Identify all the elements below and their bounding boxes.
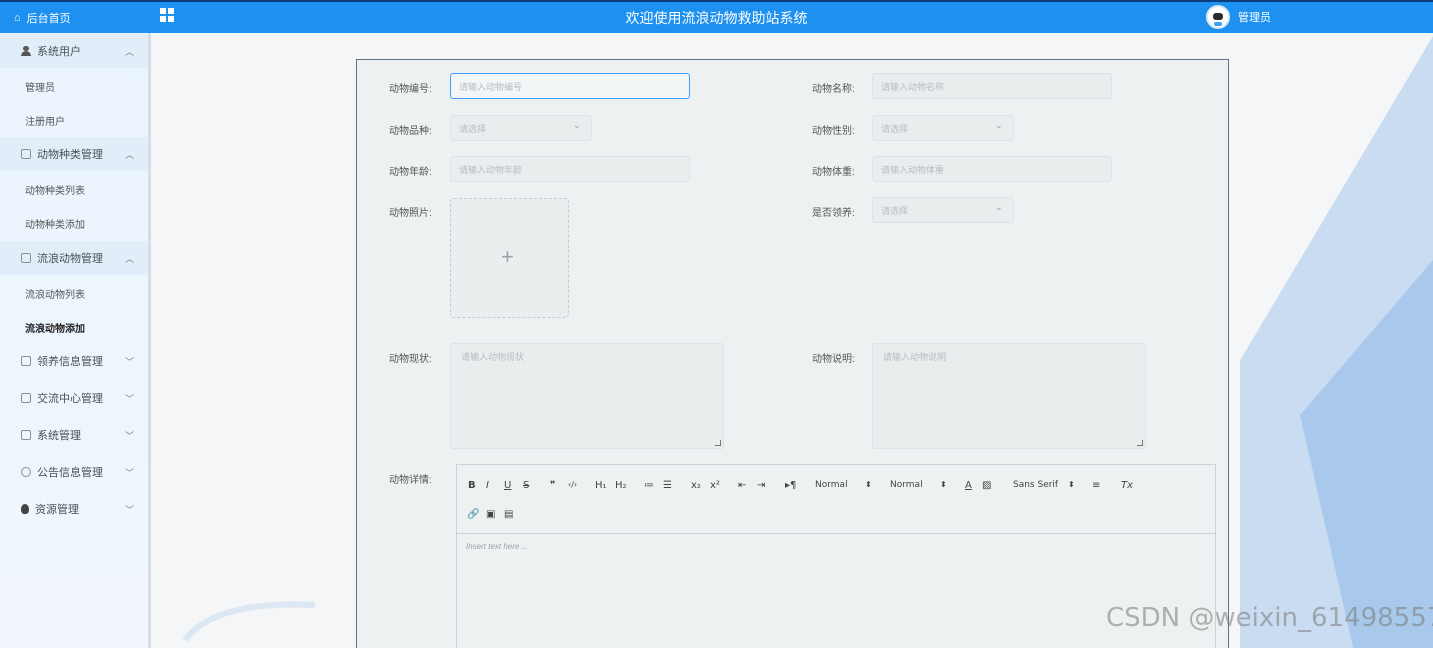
sidebar-item-stray-animal-list[interactable]: 流浪动物列表 — [0, 276, 148, 310]
label-animal-desc: 动物说明: — [812, 354, 855, 365]
bold-button[interactable]: B — [468, 480, 476, 491]
label-animal-age: 动物年龄: — [389, 167, 432, 178]
animal-weight-input[interactable]: 请输入动物体重 — [872, 156, 1112, 182]
blockquote-button[interactable]: ❞ — [550, 480, 555, 491]
h2-button[interactable]: H₂ — [615, 480, 627, 491]
sidebar-group-exchange-center[interactable]: 交流中心管理 ﹀ — [0, 381, 148, 415]
label-animal-sex: 动物性别: — [812, 126, 855, 137]
sidebar-group-announcements[interactable]: 公告信息管理 ﹀ — [0, 455, 148, 489]
sidebar-group-label: 交流中心管理 — [37, 393, 103, 405]
sidebar-group-label: 资源管理 — [35, 504, 79, 516]
tag-icon — [21, 253, 31, 263]
label-animal-photo: 动物照片: — [389, 208, 432, 219]
code-button[interactable]: ‹/› — [568, 480, 577, 489]
label-animal-no: 动物编号: — [389, 84, 432, 95]
subscript-button[interactable]: x₂ — [691, 480, 701, 491]
link-icon[interactable]: 🔗 — [467, 509, 479, 520]
dropdown-arrow-icon: ⬍ — [1068, 480, 1075, 489]
document-icon — [21, 356, 31, 366]
watermark: CSDN @weixin_61498557 — [1106, 603, 1433, 633]
font-color-button[interactable]: A — [965, 480, 972, 491]
rich-text-editor[interactable]: B I U S ❞ ‹/› H₁ H₂ ≔ ☰ x₂ x² ⇤ ⇥ ▸¶ Nor… — [456, 464, 1216, 648]
animal-no-input[interactable]: 请输入动物编号 — [450, 73, 690, 99]
animal-breed-select[interactable]: 请选择 — [450, 115, 592, 141]
sidebar-item-admin[interactable]: 管理员 — [0, 69, 148, 103]
chevron-down-icon: ﹀ — [124, 431, 134, 441]
image-icon[interactable]: ▣ — [486, 509, 495, 520]
sidebar-group-animal-types[interactable]: 动物种类管理 ︿ — [0, 137, 148, 171]
label-animal-detail: 动物详情: — [389, 475, 432, 486]
animal-name-input[interactable]: 请输入动物名称 — [872, 73, 1112, 99]
chevron-down-icon: ﹀ — [124, 505, 134, 515]
plus-icon: + — [501, 244, 514, 269]
document-icon — [21, 393, 31, 403]
chevron-down-icon: ﹀ — [124, 394, 134, 404]
label-adopted: 是否领养: — [812, 208, 855, 219]
user-icon — [21, 46, 31, 56]
animal-sex-select[interactable]: 请选择 — [872, 115, 1014, 141]
label-animal-weight: 动物体重: — [812, 167, 855, 178]
sidebar-item-animal-type-list[interactable]: 动物种类列表 — [0, 172, 148, 206]
dropdown-arrow-icon: ⬍ — [940, 480, 947, 489]
chevron-up-icon: ︿ — [124, 47, 134, 57]
sidebar-item-registered-users[interactable]: 注册用户 — [0, 103, 148, 137]
adopted-select[interactable]: 请选择 — [872, 197, 1014, 223]
chevron-up-icon: ︿ — [124, 150, 134, 160]
circle-icon — [21, 467, 31, 477]
underline-button[interactable]: U — [504, 480, 511, 491]
ordered-list-button[interactable]: ≔ — [644, 480, 654, 491]
sidebar: 系统用户 ︿ 管理员 注册用户 动物种类管理 ︿ 动物种类列表 动物种类添加 流… — [0, 33, 151, 648]
avatar — [1206, 5, 1230, 29]
chevron-down-icon: ﹀ — [124, 468, 134, 478]
sidebar-group-label: 流浪动物管理 — [37, 253, 103, 265]
chevron-down-icon: ﹀ — [124, 357, 134, 367]
bulb-icon — [21, 504, 29, 514]
font-select[interactable]: Sans Serif — [1013, 480, 1058, 490]
sidebar-item-stray-animal-add[interactable]: 流浪动物添加 — [0, 310, 148, 344]
clean-format-button[interactable]: Tx — [1121, 480, 1133, 491]
label-animal-name: 动物名称: — [812, 84, 855, 95]
italic-button[interactable]: I — [486, 480, 489, 491]
background-color-button[interactable]: ▨ — [982, 480, 991, 491]
animal-desc-textarea[interactable]: 请输入动物说明 — [872, 343, 1146, 449]
align-button[interactable]: ≡ — [1092, 480, 1100, 491]
animal-age-input[interactable]: 请输入动物年龄 — [450, 156, 690, 182]
header-select[interactable]: Normal — [890, 480, 923, 490]
sidebar-group-resources[interactable]: 资源管理 ﹀ — [0, 492, 148, 526]
sidebar-group-stray-animals[interactable]: 流浪动物管理 ︿ — [0, 241, 148, 275]
bullet-list-button[interactable]: ☰ — [663, 480, 672, 491]
top-bar: ⌂ 后台首页 欢迎使用流浪动物救助站系统 管理员 — [0, 0, 1433, 33]
sidebar-group-label: 领养信息管理 — [37, 356, 103, 368]
superscript-button[interactable]: x² — [710, 480, 720, 491]
user-menu[interactable]: 管理员 — [1206, 5, 1271, 29]
sidebar-group-label: 动物种类管理 — [37, 149, 103, 161]
sidebar-group-system-users[interactable]: 系统用户 ︿ — [0, 34, 148, 68]
sidebar-group-system-management[interactable]: 系统管理 ﹀ — [0, 418, 148, 452]
sidebar-group-label: 系统管理 — [37, 430, 81, 442]
tag-icon — [21, 149, 31, 159]
strike-button[interactable]: S — [523, 480, 529, 491]
sidebar-group-label: 公告信息管理 — [37, 467, 103, 479]
label-animal-breed: 动物品种: — [389, 126, 432, 137]
editor-placeholder[interactable]: Insert text here ... — [466, 542, 528, 551]
direction-button[interactable]: ▸¶ — [785, 480, 796, 491]
editor-toolbar: B I U S ❞ ‹/› H₁ H₂ ≔ ☰ x₂ x² ⇤ ⇥ ▸¶ Nor… — [457, 465, 1215, 534]
sidebar-item-animal-type-add[interactable]: 动物种类添加 — [0, 206, 148, 240]
outdent-button[interactable]: ⇤ — [738, 480, 746, 491]
size-select[interactable]: Normal — [815, 480, 848, 490]
video-icon[interactable]: ▤ — [504, 509, 513, 520]
sidebar-group-adoption[interactable]: 领养信息管理 ﹀ — [0, 344, 148, 378]
sidebar-group-label: 系统用户 — [37, 46, 81, 58]
user-name: 管理员 — [1238, 12, 1271, 24]
indent-button[interactable]: ⇥ — [757, 480, 765, 491]
animal-status-textarea[interactable]: 请输入动物现状 — [450, 343, 724, 449]
chevron-up-icon: ︿ — [124, 254, 134, 264]
h1-button[interactable]: H₁ — [595, 480, 607, 491]
picture-icon — [21, 430, 31, 440]
add-animal-form: 动物编号: 请输入动物编号 动物名称: 请输入动物名称 动物品种: 请选择 动物… — [356, 59, 1229, 648]
photo-upload[interactable]: + — [450, 198, 569, 318]
label-animal-status: 动物现状: — [389, 354, 432, 365]
dropdown-arrow-icon: ⬍ — [865, 480, 872, 489]
